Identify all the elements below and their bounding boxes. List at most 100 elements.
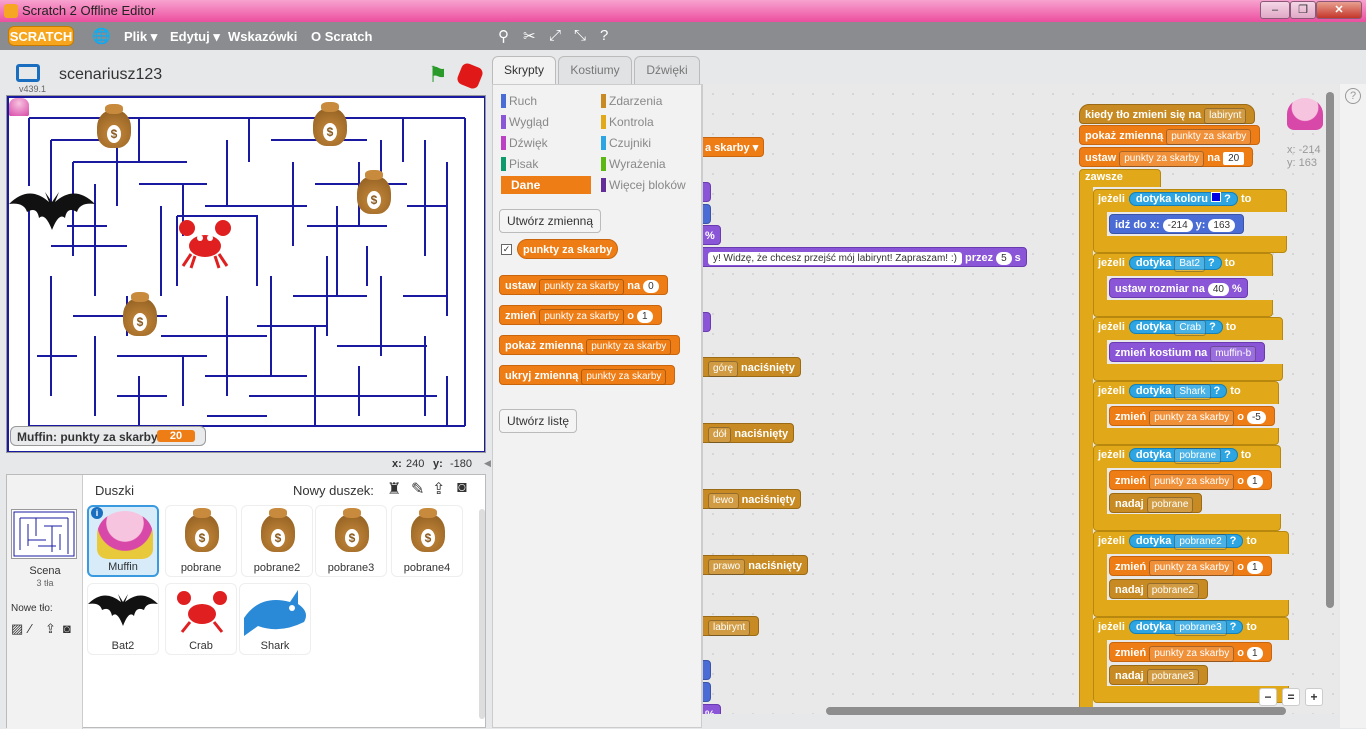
tab-sounds[interactable]: Dźwięki [634,56,700,84]
variable-dropdown[interactable]: punkty za skarby [1149,410,1235,426]
key-dropdown[interactable]: lewo [708,493,739,509]
category-control[interactable]: Kontrola [601,115,654,129]
touching-reporter[interactable]: dotyka pobrane3? [1128,620,1244,636]
partial-block[interactable] [703,682,711,702]
key-dropdown[interactable]: prawo [708,559,746,575]
fullscreen-icon[interactable] [16,64,40,82]
sprite-dropdown[interactable]: Shark [1174,384,1211,400]
make-variable-button[interactable]: Utwórz zmienną [499,209,602,233]
touching-reporter[interactable]: dotyka Bat2? [1128,256,1222,272]
backdrop-dropdown[interactable]: labirynt [708,620,751,636]
value-input[interactable]: 40 [1207,283,1229,296]
goto-xy-block[interactable]: idź do x: -214 y: 163 [1109,214,1245,234]
zoom-reset-button[interactable]: = [1282,688,1300,706]
hide-variable-block[interactable]: ukryj zmienną punkty za skarby [499,365,676,385]
partial-block[interactable] [703,660,711,680]
bat-sprite[interactable] [9,184,95,240]
sprite-dropdown[interactable]: pobrane [1174,448,1222,464]
variable-dropdown[interactable]: punkty za skarby [581,369,667,385]
camera-backdrop-icon[interactable]: ◙ [63,621,71,636]
show-variable-block[interactable]: pokaż zmienną punkty za skarby [1079,125,1261,145]
variable-dropdown[interactable]: punkty za skarby [539,309,625,325]
category-motion[interactable]: Ruch [501,94,537,108]
variable-dropdown[interactable]: punkty za skarby [1166,129,1252,145]
sprite-tile-muffin[interactable]: i Muffin [87,505,159,577]
costume-dropdown[interactable]: muffin-b [1210,346,1257,362]
project-name[interactable]: scenariusz123 [59,66,162,84]
value-input[interactable]: 1 [1246,475,1263,488]
category-sensing[interactable]: Czujniki [601,136,651,150]
broadcast-block[interactable]: nadaj pobrane2 [1109,579,1208,599]
touching-reporter[interactable]: dotyka pobrane2? [1128,534,1244,550]
green-flag-icon[interactable]: ⚑ [428,62,448,88]
category-data[interactable]: Dane [501,176,591,194]
sprite-tile-pobrane4[interactable]: $ pobrane4 [391,505,463,577]
duplicate-icon[interactable]: ⚲ [498,27,509,45]
variable-dropdown[interactable]: punkty za skarby [1149,560,1235,576]
money-bag-sprite[interactable]: $ [357,170,391,214]
scratch-logo[interactable]: SCRATCH [8,26,74,46]
partial-block[interactable] [703,312,711,332]
key-pressed-hat[interactable]: prawo naciśnięty [703,555,809,575]
backdrop-switch-hat[interactable]: kiedy tło zmieni się na labirynt [1079,104,1256,124]
variable-checkbox[interactable]: ✓ [501,244,512,255]
script-horizontal-scrollbar[interactable] [826,707,1286,715]
partial-block[interactable] [703,182,711,202]
category-pen[interactable]: Pisak [501,157,538,171]
tab-costumes[interactable]: Kostiumy [558,56,632,84]
brush-backdrop-icon[interactable]: ⁄ [29,621,31,636]
change-variable-block[interactable]: zmień punkty za skarby o 1 [1109,556,1272,576]
broadcast-block[interactable]: nadaj pobrane [1109,493,1203,513]
key-pressed-hat[interactable]: dół naciśnięty [703,423,795,443]
switch-costume-block[interactable]: zmień kostium na muffin-b [1109,342,1266,362]
message-dropdown[interactable]: pobrane [1146,497,1194,513]
money-bag-sprite[interactable]: $ [313,102,347,146]
sprite-tile-crab[interactable]: Crab [165,583,237,655]
category-operators[interactable]: Wyrażenia [601,157,666,171]
broadcast-block[interactable]: nadaj pobrane3 [1109,665,1208,685]
upload-backdrop-icon[interactable]: ⇪ [45,621,56,637]
value-input[interactable]: 1 [1246,647,1263,660]
collapse-stage-icon[interactable]: ◀ [484,458,491,469]
backdrop-hat[interactable]: labirynt [703,616,760,636]
globe-icon[interactable]: 🌐 [92,27,111,45]
crab-sprite[interactable] [177,214,233,270]
muffin-sprite[interactable] [9,98,29,116]
shrink-icon[interactable]: ⤡ [574,27,586,44]
color-swatch[interactable] [1211,192,1222,202]
value-input[interactable]: -5 [1246,411,1266,424]
money-bag-sprite[interactable]: $ [97,104,131,148]
category-events[interactable]: Zdarzenia [601,94,662,108]
key-pressed-hat[interactable]: górę naciśnięty [703,357,801,377]
touching-color-reporter[interactable]: dotyka koloru ? [1128,192,1238,206]
value-input[interactable]: -214 [1162,219,1193,232]
message-dropdown[interactable]: pobrane2 [1146,583,1199,599]
stage-canvas[interactable]: $ $ $ $ Muffin: punkty za skarby 20 [6,95,486,453]
variable-monitor[interactable]: Muffin: punkty za skarby 20 [10,426,206,446]
zoom-out-button[interactable]: − [1259,688,1277,706]
value-input[interactable]: 163 [1208,219,1236,232]
script-area[interactable]: a skarby ▾ % y! Widzę, że chcesz przejść… [702,84,1338,714]
value-input[interactable]: 1 [1246,561,1263,574]
variable-dropdown[interactable]: punkty za skarby [586,339,672,355]
touching-reporter[interactable]: dotyka pobrane? [1128,448,1238,464]
library-sprite-icon[interactable]: ♜ [387,479,401,499]
value-input[interactable]: 5 [996,252,1012,265]
sprite-tile-pobrane3[interactable]: $ pobrane3 [315,505,387,577]
menu-file[interactable]: Plik ▾ [124,29,157,45]
show-variable-block[interactable]: pokaż zmienną punkty za skarby [499,335,681,355]
paint-sprite-icon[interactable]: ✎ [411,479,424,499]
script-vertical-scrollbar[interactable] [1326,92,1334,608]
grow-icon[interactable]: ⤢ [549,27,561,44]
partial-block[interactable] [703,204,711,224]
tab-scripts[interactable]: Skrypty [492,56,556,84]
touching-reporter[interactable]: dotyka Shark? [1128,384,1228,400]
scene-thumbnail[interactable] [11,509,77,559]
maximize-button[interactable]: ❐ [1290,1,1316,19]
help-icon[interactable]: ? [600,27,608,44]
value-input[interactable]: 1 [636,310,653,323]
sprites-scrollbar[interactable] [479,509,485,719]
money-bag-sprite[interactable]: $ [123,292,157,336]
say-block[interactable]: y! Widzę, że chcesz przejść mój labirynt… [703,247,1027,267]
menu-about[interactable]: O Scratch [311,29,372,44]
